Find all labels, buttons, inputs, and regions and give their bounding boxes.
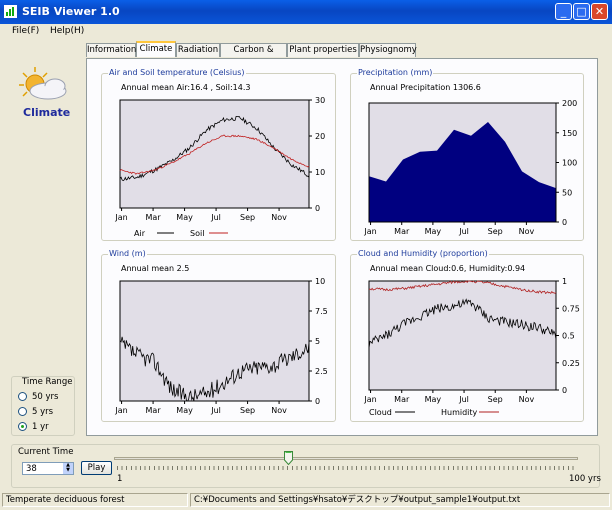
x-tick-label: Nov — [271, 213, 287, 222]
menu-file[interactable]: File(F) — [12, 26, 39, 36]
maximize-button[interactable]: □ — [573, 3, 590, 20]
x-tick-label: Jul — [458, 227, 469, 236]
tab-climate[interactable]: Climate — [136, 41, 176, 57]
x-tick-label: Mar — [394, 395, 410, 404]
x-tick-label: Mar — [394, 227, 410, 236]
precipitation-group: Precipitation (mm) Annual Precipitation … — [350, 68, 584, 241]
y-tick-label: 150 — [562, 129, 577, 138]
air-soil-group: Air and Soil temperature (Celsius) Annua… — [101, 68, 336, 241]
y-tick-label: 200 — [562, 99, 577, 108]
x-tick-label: Jul — [458, 395, 469, 404]
sidebar-label: Climate — [23, 106, 71, 119]
sun-cloud-icon — [19, 67, 67, 100]
spinner-arrows-icon[interactable]: ▲ ▼ — [63, 463, 73, 474]
y-tick-label: 0 — [562, 386, 567, 395]
current-time-value: 38 — [26, 464, 37, 474]
x-tick-label: May — [176, 213, 193, 222]
x-tick-label: Jul — [210, 406, 221, 415]
tab-physiognomy[interactable]: Physiognomy — [359, 43, 417, 57]
y-tick-label: 30 — [315, 96, 325, 105]
radio-50-yrs[interactable] — [18, 392, 27, 401]
legend-air-label: Air — [134, 229, 146, 238]
x-tick-label: Nov — [519, 395, 535, 404]
status-file-path: C:¥Documents and Settings¥hsato¥デスクトップ¥o… — [190, 493, 610, 507]
cloud-humidity-group: Cloud and Humidity (proportion) Annual m… — [350, 249, 584, 422]
precipitation-chart: Jan Mar May Jul Sep Nov 0 50 100 150 200 — [363, 99, 577, 236]
x-tick-label: Sep — [240, 213, 255, 222]
wind-group: Wind (m) Annual mean 2.5 Jan Mar May Jul Sep… — [101, 249, 336, 422]
status-forest-type: Temperate deciduous forest — [2, 493, 188, 507]
wind-chart: Jan Mar May Jul Sep Nov 0 2.5 5 7.5 10 — [114, 277, 328, 415]
y-tick-label: 50 — [562, 188, 572, 197]
y-tick-label: 10 — [315, 277, 325, 286]
x-tick-label: Mar — [146, 213, 162, 222]
y-tick-label: 7.5 — [315, 307, 328, 316]
cloud-humidity-chart: Jan Mar May Jul Sep Nov 0 0.25 0.5 0.75 1 Cloud Humi… — [363, 277, 580, 417]
legend-humidity-label: Humidity — [441, 408, 478, 417]
y-tick-label: 100 — [562, 159, 577, 168]
menu-bar: File(F) Help(H) — [0, 24, 612, 40]
x-tick-label: Nov — [271, 406, 287, 415]
y-tick-label: 0 — [562, 218, 567, 227]
time-range-group: Time Range 50 yrs 5 yrs 1 yr — [11, 376, 75, 436]
climate-panel: Air and Soil temperature (Celsius) Annua… — [86, 58, 598, 436]
air-soil-chart: Jan Mar May Jul Sep Nov 0 10 20 30 Air Soil — [114, 96, 325, 238]
x-tick-label: Mar — [146, 406, 162, 415]
radio-5-yrs-label[interactable]: 5 yrs — [32, 407, 53, 417]
y-tick-label: 20 — [315, 132, 325, 141]
x-tick-label: Jan — [114, 406, 127, 415]
slider-max-label: 100 yrs — [569, 474, 601, 484]
play-button[interactable]: Play — [81, 461, 112, 475]
x-tick-label: Jan — [114, 213, 127, 222]
menu-help[interactable]: Help(H) — [50, 26, 84, 36]
window-title: SEIB Viewer 1.0 — [22, 5, 120, 18]
x-tick-label: May — [425, 227, 442, 236]
tab-carbon-water[interactable]: Carbon & Water — [220, 43, 287, 68]
y-tick-label: 2.5 — [315, 367, 328, 376]
radio-1-yr-label[interactable]: 1 yr — [32, 422, 49, 432]
plot-area — [119, 280, 310, 402]
tab-plant-properties[interactable]: Plant properties — [287, 43, 359, 57]
minimize-button[interactable]: _ — [555, 3, 572, 20]
plot-area — [368, 280, 557, 391]
current-time-title: Current Time — [18, 447, 74, 457]
x-tick-label: Nov — [519, 227, 535, 236]
y-tick-label: 5 — [315, 337, 320, 346]
legend-soil-label: Soil — [190, 229, 204, 238]
slider-ticks — [117, 466, 577, 470]
x-tick-label: Sep — [240, 406, 255, 415]
x-tick-label: Jul — [210, 213, 221, 222]
tab-information[interactable]: Information — [86, 43, 136, 57]
status-bar: Temperate deciduous forest C:¥Documents … — [0, 492, 612, 510]
x-tick-label: Sep — [488, 227, 503, 236]
radio-50-yrs-label[interactable]: 50 yrs — [32, 392, 58, 402]
title-bar[interactable]: SEIB Viewer 1.0 _ □ ✕ — [0, 0, 612, 24]
y-tick-label: 0.25 — [562, 359, 580, 368]
y-tick-label: 1 — [562, 277, 567, 286]
y-tick-label: 0 — [315, 204, 320, 213]
y-tick-label: 0.75 — [562, 304, 580, 313]
y-tick-label: 0 — [315, 397, 320, 406]
radio-1-yr[interactable] — [18, 422, 27, 431]
x-tick-label: Jan — [363, 395, 376, 404]
app-icon — [4, 5, 17, 18]
time-range-title: Time Range — [22, 377, 73, 387]
x-tick-label: May — [425, 395, 442, 404]
x-tick-label: Sep — [488, 395, 503, 404]
y-tick-label: 10 — [315, 168, 325, 177]
current-time-spinner[interactable]: 38 ▲ ▼ — [22, 462, 74, 475]
x-tick-label: May — [176, 406, 193, 415]
legend-cloud-label: Cloud — [369, 408, 392, 417]
tab-radiation[interactable]: Radiation — [176, 43, 220, 57]
y-tick-label: 0.5 — [562, 332, 575, 341]
slider-min-label: 1 — [117, 474, 123, 484]
time-slider-thumb[interactable] — [284, 451, 293, 465]
time-slider-track[interactable] — [114, 457, 578, 460]
close-button[interactable]: ✕ — [591, 3, 608, 20]
x-tick-label: Jan — [363, 227, 376, 236]
radio-5-yrs[interactable] — [18, 407, 27, 416]
